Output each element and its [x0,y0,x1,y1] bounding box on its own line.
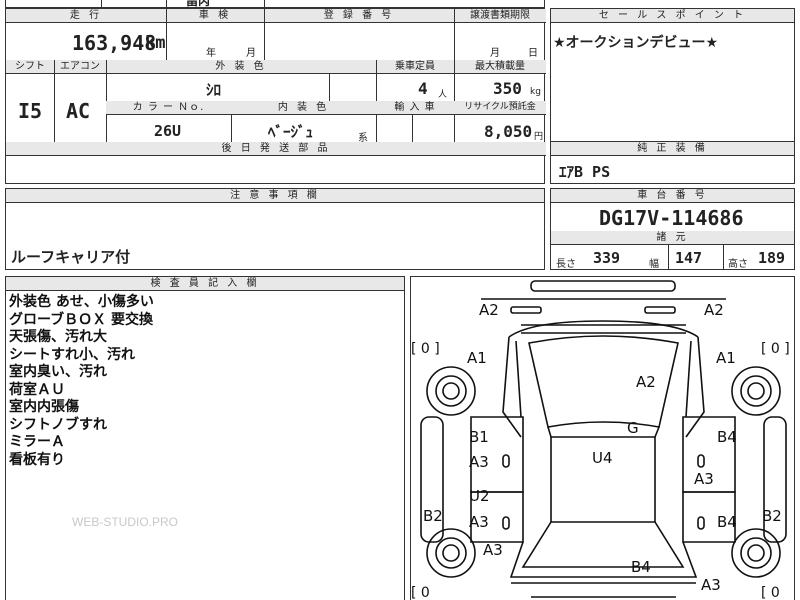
mileage-unit: km [145,33,166,53]
import-header: 輸 入 車 [376,101,454,115]
mark-a3-left-door1: A3 [469,453,489,471]
mark-a1-right: A1 [716,349,736,367]
inspector-note: 室内臭い、汚れ [9,364,107,380]
specs-length-label: 長さ [556,259,576,270]
mark-u2-left: U2 [469,487,490,505]
inspection-year-label: 年 [206,48,216,59]
capacity-value: 4 [418,79,428,98]
mark-b4-right-top: B4 [717,428,737,446]
inspector-note: 室内内張傷 [9,399,79,415]
genuine-equipment-box: 純 正 装 備 ｴｱB PS [550,141,795,184]
mark-b2-left: B2 [423,507,443,525]
mark-b2-right: B2 [762,507,782,525]
registration-header: 登 録 番 号 [264,9,454,23]
sales-point-value: ★オークションデビュー★ [553,35,719,51]
chassis-value: DG17V-114686 [599,206,744,230]
inspector-notes-list: 外装色 あせ、小傷多い グローブＢＯＸ 要交換 天張傷、汚れ大 シートすれ小、汚… [9,294,154,469]
inspector-note: 外装色 あせ、小傷多い [9,294,154,310]
specs-width-label: 幅 [649,259,659,270]
interior-header: 内 装 色 [231,101,376,115]
chassis-header: 車 台 番 号 [551,189,794,203]
vehicle-info-grid: 走 行 車 検 登 録 番 号 譲渡書類期限 163,948 km 年 月 月 … [5,8,546,184]
recycle-value: 8,050 [484,122,533,141]
exterior-value: ｼﾛ [206,81,222,99]
specs-height: 189 [758,249,786,267]
mark-u4-roof: U4 [592,449,613,467]
shift-value: I5 [18,99,43,123]
mark-a3-right: A3 [694,470,714,488]
mileage-header: 走 行 [6,9,166,23]
mark-b4-right-door: B4 [717,513,737,531]
specs-width: 147 [675,249,703,267]
inspector-note: 看板有り [9,451,65,468]
max-load-value: 350 [493,79,522,98]
transfer-day-label: 日 [528,48,538,59]
mark-b4-rear: B4 [631,558,651,576]
car-diagram-box: [ 0 ] [ 0 ] [ 0 [ 0 A2 A2 A1 A1 A2 G B1 … [410,276,795,600]
mark-a3-left-door2: A3 [469,513,489,531]
mark-b1-left: B1 [469,428,489,446]
inspector-note: ミラーＡ [9,434,65,450]
inspector-note: シフトノブすれ [9,416,107,433]
inspector-note: 天張傷、汚れ大 [9,329,107,345]
mark-a3-left-low: A3 [483,541,503,559]
capacity-header: 乗車定員 [376,60,454,74]
color-no-value: 26U [154,122,182,140]
mark-a3-right-low: A3 [701,576,721,594]
tire-left-rear-label: [ 0 [411,585,430,600]
inspector-notes-box: 検 査 員 記 入 欄 外装色 あせ、小傷多い グローブＢＯＸ 要交換 天張傷、… [5,276,405,600]
top-strip: 畐丙 [5,0,545,8]
recycle-header: リサイクル預託金 [454,101,546,115]
mark-a2-top-left: A2 [479,301,499,319]
aircon-value: AC [66,99,91,123]
inspector-note: 荷室ＡＵ [9,381,65,398]
mark-a2-hood: A2 [636,373,656,391]
watermark-text: WEB-STUDIO.PRO [72,515,179,529]
exterior-header: 外 装 色 [106,60,376,74]
shift-header: シフト [6,60,54,74]
mark-a1-left: A1 [467,349,487,367]
recycle-unit: 円 [534,132,544,142]
capacity-unit: 人 [438,90,448,100]
max-load-header: 最大積載量 [454,60,546,74]
specs-height-label: 高さ [728,259,748,270]
caution-value: ルーフキャリア付 [11,248,131,266]
specs-length: 339 [593,249,621,267]
specs-header: 諸 元 [551,231,794,245]
sales-point-box: セ ー ル ス ポ イ ン ト ★オークションデビュー★ [550,8,795,142]
inspection-month-label: 月 [246,48,256,59]
mark-a2-top-right: A2 [704,301,724,319]
tire-right-rear-label: [ 0 [761,585,780,600]
max-load-unit: kg [530,87,541,97]
interior-value: ﾍﾞｰｼﾞｭ [268,123,314,141]
genuine-value: ｴｱB PS [559,163,611,181]
later-parts-header: 後 日 発 送 部 品 [6,142,546,156]
mileage-value: 163,948 [72,31,157,55]
caution-box: 注 意 事 項 欄 ルーフキャリア付 [5,188,545,270]
genuine-header: 純 正 装 備 [551,142,794,156]
inspector-header: 検 査 員 記 入 欄 [6,277,404,291]
transfer-header: 譲渡書類期限 [454,9,546,23]
tire-right-front-label: [ 0 ] [761,341,790,357]
tire-left-front-label: [ 0 ] [411,341,440,357]
mark-g: G [627,419,639,437]
inspector-note: シートすれ小、汚れ [9,346,135,363]
transfer-month-label: 月 [490,48,500,59]
sales-point-header: セ ー ル ス ポ イ ン ト [551,9,794,23]
caution-header: 注 意 事 項 欄 [6,189,544,203]
aircon-header: エアコン [54,60,106,74]
inspector-note: グローブＢＯＸ 要交換 [9,311,154,328]
chassis-box: 車 台 番 号 DG17V-114686 諸 元 長さ 339 幅 147 高さ… [550,188,795,270]
inspection-header: 車 検 [166,9,264,23]
color-no-header: カ ラ ー Ｎｏ. [106,101,231,115]
